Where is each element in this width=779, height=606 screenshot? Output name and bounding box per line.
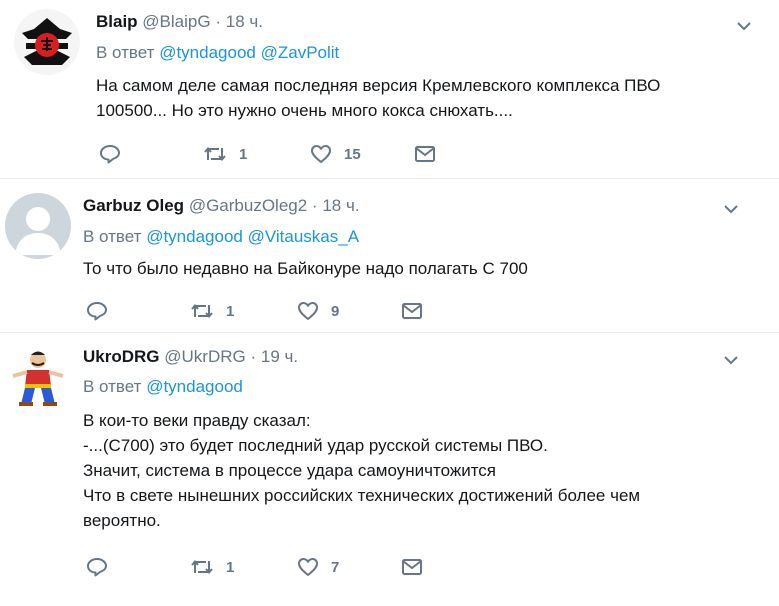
message-button[interactable]	[401, 299, 423, 323]
timestamp[interactable]: 18 ч.	[226, 12, 263, 31]
tweet-text-line: В кои-то веки правду сказал:	[83, 411, 311, 430]
like-button[interactable]: 7	[297, 555, 339, 579]
default-avatar-icon	[15, 207, 61, 255]
user-handle[interactable]: @BlaipG	[142, 12, 210, 31]
envelope-icon	[402, 559, 422, 575]
mention-link[interactable]: @tyndagood	[146, 227, 243, 246]
tweet-text-line: вероятно.	[83, 511, 161, 530]
tweet-text-line: То что было недавно на Байконуре надо по…	[83, 259, 528, 278]
tweet-text-line: На самом деле самая последняя версия Кре…	[96, 76, 661, 95]
reply-context: В ответ @tyndagood	[83, 377, 243, 397]
avatar[interactable]	[5, 346, 71, 412]
cossack-cartoon-icon	[12, 351, 64, 406]
retweet-count: 1	[239, 145, 248, 163]
reply-prefix: В ответ	[83, 227, 142, 246]
separator-dot: ·	[250, 347, 257, 366]
tweet-text: В кои-то веки правду сказал: -...(С700) …	[83, 408, 640, 533]
tweet-header: Blaip @BlaipG · 18 ч.	[96, 12, 263, 32]
separator-dot: ·	[215, 12, 221, 31]
chevron-down-icon[interactable]	[721, 199, 741, 219]
like-count: 7	[331, 558, 340, 576]
tweet-text-line: -...(С700) это будет последний удар русс…	[83, 436, 548, 455]
reply-context: В ответ @tyndagood @ZavPolit	[96, 43, 339, 63]
tweet-text-line: Что в свете нынешних российских техничес…	[83, 486, 641, 505]
tweet-1[interactable]: Blaip @BlaipG · 18 ч. В ответ @tyndagood…	[0, 0, 779, 172]
retweet-button[interactable]: 1	[203, 142, 247, 166]
mention-link[interactable]: @tyndagood	[146, 377, 243, 396]
retweet-icon	[191, 559, 213, 575]
heart-icon	[298, 302, 318, 320]
tweet-2[interactable]: Garbuz Oleg @GarbuzOleg2 · 18 ч. В ответ…	[0, 179, 779, 330]
timestamp[interactable]: 18 ч.	[322, 196, 359, 215]
like-button[interactable]: 9	[297, 299, 339, 323]
like-count: 9	[331, 302, 340, 320]
tweet-text: На самом деле самая последняя версия Кре…	[96, 73, 660, 123]
avatar[interactable]	[14, 9, 80, 75]
retweet-icon	[204, 146, 226, 162]
mention-link[interactable]: @tyndagood	[159, 43, 256, 62]
reply-context: В ответ @tyndagood @Vitauskas_A	[83, 227, 359, 247]
separator-dot: ·	[311, 196, 318, 215]
mention-link[interactable]: @ZavPolit	[261, 43, 340, 62]
reply-icon	[100, 145, 120, 164]
reply-button[interactable]	[86, 555, 108, 579]
like-button[interactable]: 15	[310, 142, 361, 166]
chevron-down-icon[interactable]	[734, 16, 754, 36]
reply-button[interactable]	[99, 142, 121, 166]
samurai-logo-icon	[14, 9, 80, 75]
reply-icon	[87, 558, 107, 577]
tweet-header: Garbuz Oleg @GarbuzOleg2 · 18 ч.	[83, 196, 360, 216]
message-button[interactable]	[401, 555, 423, 579]
display-name[interactable]: Garbuz Oleg	[83, 196, 184, 215]
envelope-icon	[415, 146, 435, 162]
timestamp[interactable]: 19 ч.	[261, 347, 298, 366]
like-count: 15	[344, 145, 361, 163]
heart-icon	[311, 145, 331, 163]
reply-icon	[87, 302, 107, 321]
reply-button[interactable]	[86, 299, 108, 323]
mention-link[interactable]: @Vitauskas_A	[248, 227, 359, 246]
avatar[interactable]	[5, 193, 71, 259]
tweet-text: То что было недавно на Байконуре надо по…	[83, 256, 528, 281]
reply-prefix: В ответ	[83, 377, 142, 396]
retweet-icon	[191, 303, 213, 319]
retweet-button[interactable]: 1	[190, 555, 234, 579]
heart-icon	[298, 558, 318, 576]
message-button[interactable]	[414, 142, 436, 166]
tweet-text-line: 100500... Но это нужно очень много кокса…	[96, 101, 513, 120]
retweet-count: 1	[226, 558, 235, 576]
tweet-header: UkroDRG @UkrDRG · 19 ч.	[83, 347, 298, 367]
tweet-3[interactable]: UkroDRG @UkrDRG · 19 ч. В ответ @tyndago…	[0, 333, 779, 606]
reply-prefix: В ответ	[96, 43, 155, 62]
user-handle[interactable]: @UkrDRG	[164, 347, 245, 366]
user-handle[interactable]: @GarbuzOleg2	[189, 196, 307, 215]
display-name[interactable]: Blaip	[96, 12, 138, 31]
envelope-icon	[402, 303, 422, 319]
tweet-text-line: Значит, система в процессе удара самоуни…	[83, 461, 497, 480]
retweet-button[interactable]: 1	[190, 299, 234, 323]
retweet-count: 1	[226, 302, 235, 320]
display-name[interactable]: UkroDRG	[83, 347, 160, 366]
chevron-down-icon[interactable]	[721, 350, 741, 370]
